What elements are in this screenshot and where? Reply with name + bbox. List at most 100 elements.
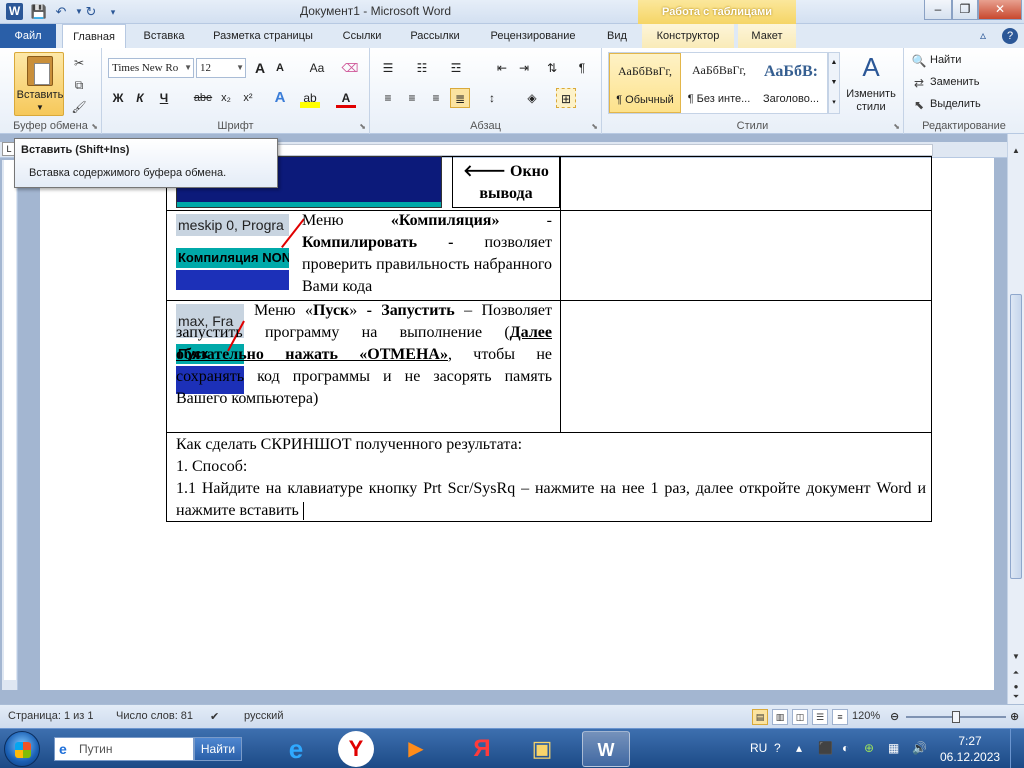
change-styles-button[interactable]: Изменить стили xyxy=(840,88,902,114)
increase-indent-icon[interactable]: ⇥ xyxy=(514,58,534,78)
style-normal[interactable]: АаБбВвГг, ¶ Обычный xyxy=(609,53,681,113)
subscript-button[interactable]: x₂ xyxy=(216,88,236,108)
minimize-ribbon-icon[interactable]: ▵ xyxy=(980,28,986,42)
underline-button[interactable]: Ч xyxy=(154,88,174,108)
network-icon[interactable]: ▦ xyxy=(888,741,899,755)
word-taskbar-icon[interactable]: W xyxy=(582,731,630,767)
tab-review[interactable]: Рецензирование xyxy=(480,24,586,48)
yandex-icon[interactable]: Я xyxy=(458,731,506,767)
tray-app-icon[interactable]: ⬛ xyxy=(818,741,833,755)
line-spacing-icon[interactable]: ↕ xyxy=(482,88,502,108)
align-right-icon[interactable]: ≡ xyxy=(426,88,446,108)
find-button[interactable]: Найти xyxy=(930,54,961,66)
zoom-in-icon[interactable]: ⊕ xyxy=(1010,710,1019,723)
shrink-font-button[interactable]: A xyxy=(270,58,290,78)
help-tray-icon[interactable]: ? xyxy=(774,741,781,755)
outline-view-button[interactable]: ☰ xyxy=(812,709,828,725)
multilevel-list-icon[interactable]: ☲ xyxy=(446,58,466,78)
show-marks-icon[interactable]: ¶ xyxy=(572,58,592,78)
page-count[interactable]: Страница: 1 из 1 xyxy=(8,710,94,722)
system-clock[interactable]: 7:27 06.12.2023 xyxy=(940,733,1000,765)
tab-references[interactable]: Ссылки xyxy=(334,24,390,48)
sort-icon[interactable]: ⇅ xyxy=(542,58,562,78)
font-name-select[interactable]: Times New Ro ▼ xyxy=(108,58,194,78)
justify-icon[interactable]: ≣ xyxy=(450,88,470,108)
tab-insert[interactable]: Вставка xyxy=(134,24,194,48)
numbering-icon[interactable]: ☷ xyxy=(412,58,432,78)
show-hidden-icons-icon[interactable]: ▴ xyxy=(796,741,802,755)
shading-icon[interactable]: ◈ xyxy=(522,88,542,108)
decrease-indent-icon[interactable]: ⇤ xyxy=(492,58,512,78)
align-left-icon[interactable]: ≡ xyxy=(378,88,398,108)
paste-button[interactable]: Вставить ▼ xyxy=(14,52,64,116)
bold-button[interactable]: Ж xyxy=(108,88,128,108)
styles-scroll[interactable]: ▲ ▼ ▾ xyxy=(828,52,840,114)
web-layout-view-button[interactable]: ◫ xyxy=(792,709,808,725)
clipboard-launcher-icon[interactable]: ⬊ xyxy=(91,122,98,131)
scroll-thumb[interactable] xyxy=(1010,294,1022,579)
internet-explorer-icon[interactable]: e xyxy=(272,731,320,767)
change-case-button[interactable]: Aa xyxy=(304,58,330,78)
align-center-icon[interactable]: ≡ xyxy=(402,88,422,108)
redo-icon[interactable]: ↻ xyxy=(82,3,100,21)
file-explorer-icon[interactable]: ▣ xyxy=(518,731,566,767)
format-painter-icon[interactable]: 🖌 xyxy=(70,98,88,116)
restore-button[interactable]: ❐ xyxy=(952,0,978,20)
start-button[interactable] xyxy=(4,731,40,767)
tab-table-layout[interactable]: Макет xyxy=(738,24,796,48)
borders-icon[interactable]: ⊞ xyxy=(556,88,576,108)
strikethrough-button[interactable]: abe xyxy=(190,88,216,108)
tray-add-icon[interactable]: ⊕ xyxy=(864,741,874,755)
vertical-scrollbar[interactable]: ▲ ▼ ⏶ ● ⏷ xyxy=(1007,134,1024,704)
document-page[interactable]: 🡐 Окно вывода meskip 0, Progra Компиляци… xyxy=(40,156,994,690)
language-indicator[interactable]: русский xyxy=(244,710,283,722)
word-count[interactable]: Число слов: 81 xyxy=(116,710,193,722)
yandex-browser-icon[interactable]: Y xyxy=(338,731,374,767)
grow-font-button[interactable]: A xyxy=(250,58,270,78)
scroll-down-icon[interactable]: ▼ xyxy=(1010,650,1022,664)
tray-app-icon[interactable]: ◐ xyxy=(842,741,849,755)
superscript-button[interactable]: x² xyxy=(238,88,258,108)
word-app-icon[interactable]: W xyxy=(6,3,23,20)
input-language[interactable]: RU xyxy=(750,741,767,755)
zoom-slider-thumb[interactable] xyxy=(952,711,960,723)
zoom-level[interactable]: 120% xyxy=(852,710,880,722)
clear-formatting-icon[interactable]: ⌫ xyxy=(340,58,360,78)
replace-button[interactable]: Заменить xyxy=(930,76,979,88)
print-layout-view-button[interactable]: ▤ xyxy=(752,709,768,725)
tab-table-design[interactable]: Конструктор xyxy=(642,24,734,48)
font-color-icon[interactable]: A xyxy=(336,88,356,108)
style-no-spacing[interactable]: АаБбВвГг, ¶ Без инте... xyxy=(683,53,755,113)
tab-home[interactable]: Главная xyxy=(62,24,126,48)
select-button[interactable]: Выделить xyxy=(930,98,981,110)
zoom-out-icon[interactable]: ⊖ xyxy=(890,710,899,723)
text-effects-icon[interactable]: A xyxy=(270,88,290,108)
style-heading-1[interactable]: АаБбВ: Заголово... xyxy=(755,53,827,113)
undo-icon[interactable]: ↶ xyxy=(52,3,70,21)
proofing-icon[interactable]: ✔ xyxy=(210,710,219,723)
web-search-input[interactable]: e Путин xyxy=(54,737,194,761)
paragraph-launcher-icon[interactable]: ⬊ xyxy=(591,122,598,131)
vertical-ruler[interactable] xyxy=(2,160,18,690)
font-launcher-icon[interactable]: ⬊ xyxy=(359,122,366,131)
tab-page-layout[interactable]: Разметка страницы xyxy=(206,24,320,48)
show-desktop-button[interactable] xyxy=(1010,729,1024,768)
tab-file[interactable]: Файл xyxy=(0,24,56,48)
volume-icon[interactable]: 🔊 xyxy=(912,741,927,755)
web-search-button[interactable]: Найти xyxy=(194,737,242,761)
cut-icon[interactable]: ✂ xyxy=(70,54,88,72)
help-icon[interactable]: ? xyxy=(1002,28,1018,44)
highlight-icon[interactable]: ab xyxy=(300,88,320,108)
bullets-icon[interactable]: ☰ xyxy=(378,58,398,78)
customize-qat-icon[interactable]: ▾ xyxy=(104,3,122,21)
italic-button[interactable]: К xyxy=(130,88,150,108)
previous-page-icon[interactable]: ⏶ xyxy=(1010,666,1022,680)
scroll-up-icon[interactable]: ▲ xyxy=(1010,144,1022,158)
save-icon[interactable]: 💾 xyxy=(30,3,48,21)
styles-launcher-icon[interactable]: ⬊ xyxy=(893,122,900,131)
change-styles-icon[interactable]: A xyxy=(856,52,886,82)
next-page-icon[interactable]: ⏷ xyxy=(1010,690,1022,704)
copy-icon[interactable]: ⧉ xyxy=(70,76,88,94)
tab-view[interactable]: Вид xyxy=(596,24,638,48)
draft-view-button[interactable]: ≡ xyxy=(832,709,848,725)
